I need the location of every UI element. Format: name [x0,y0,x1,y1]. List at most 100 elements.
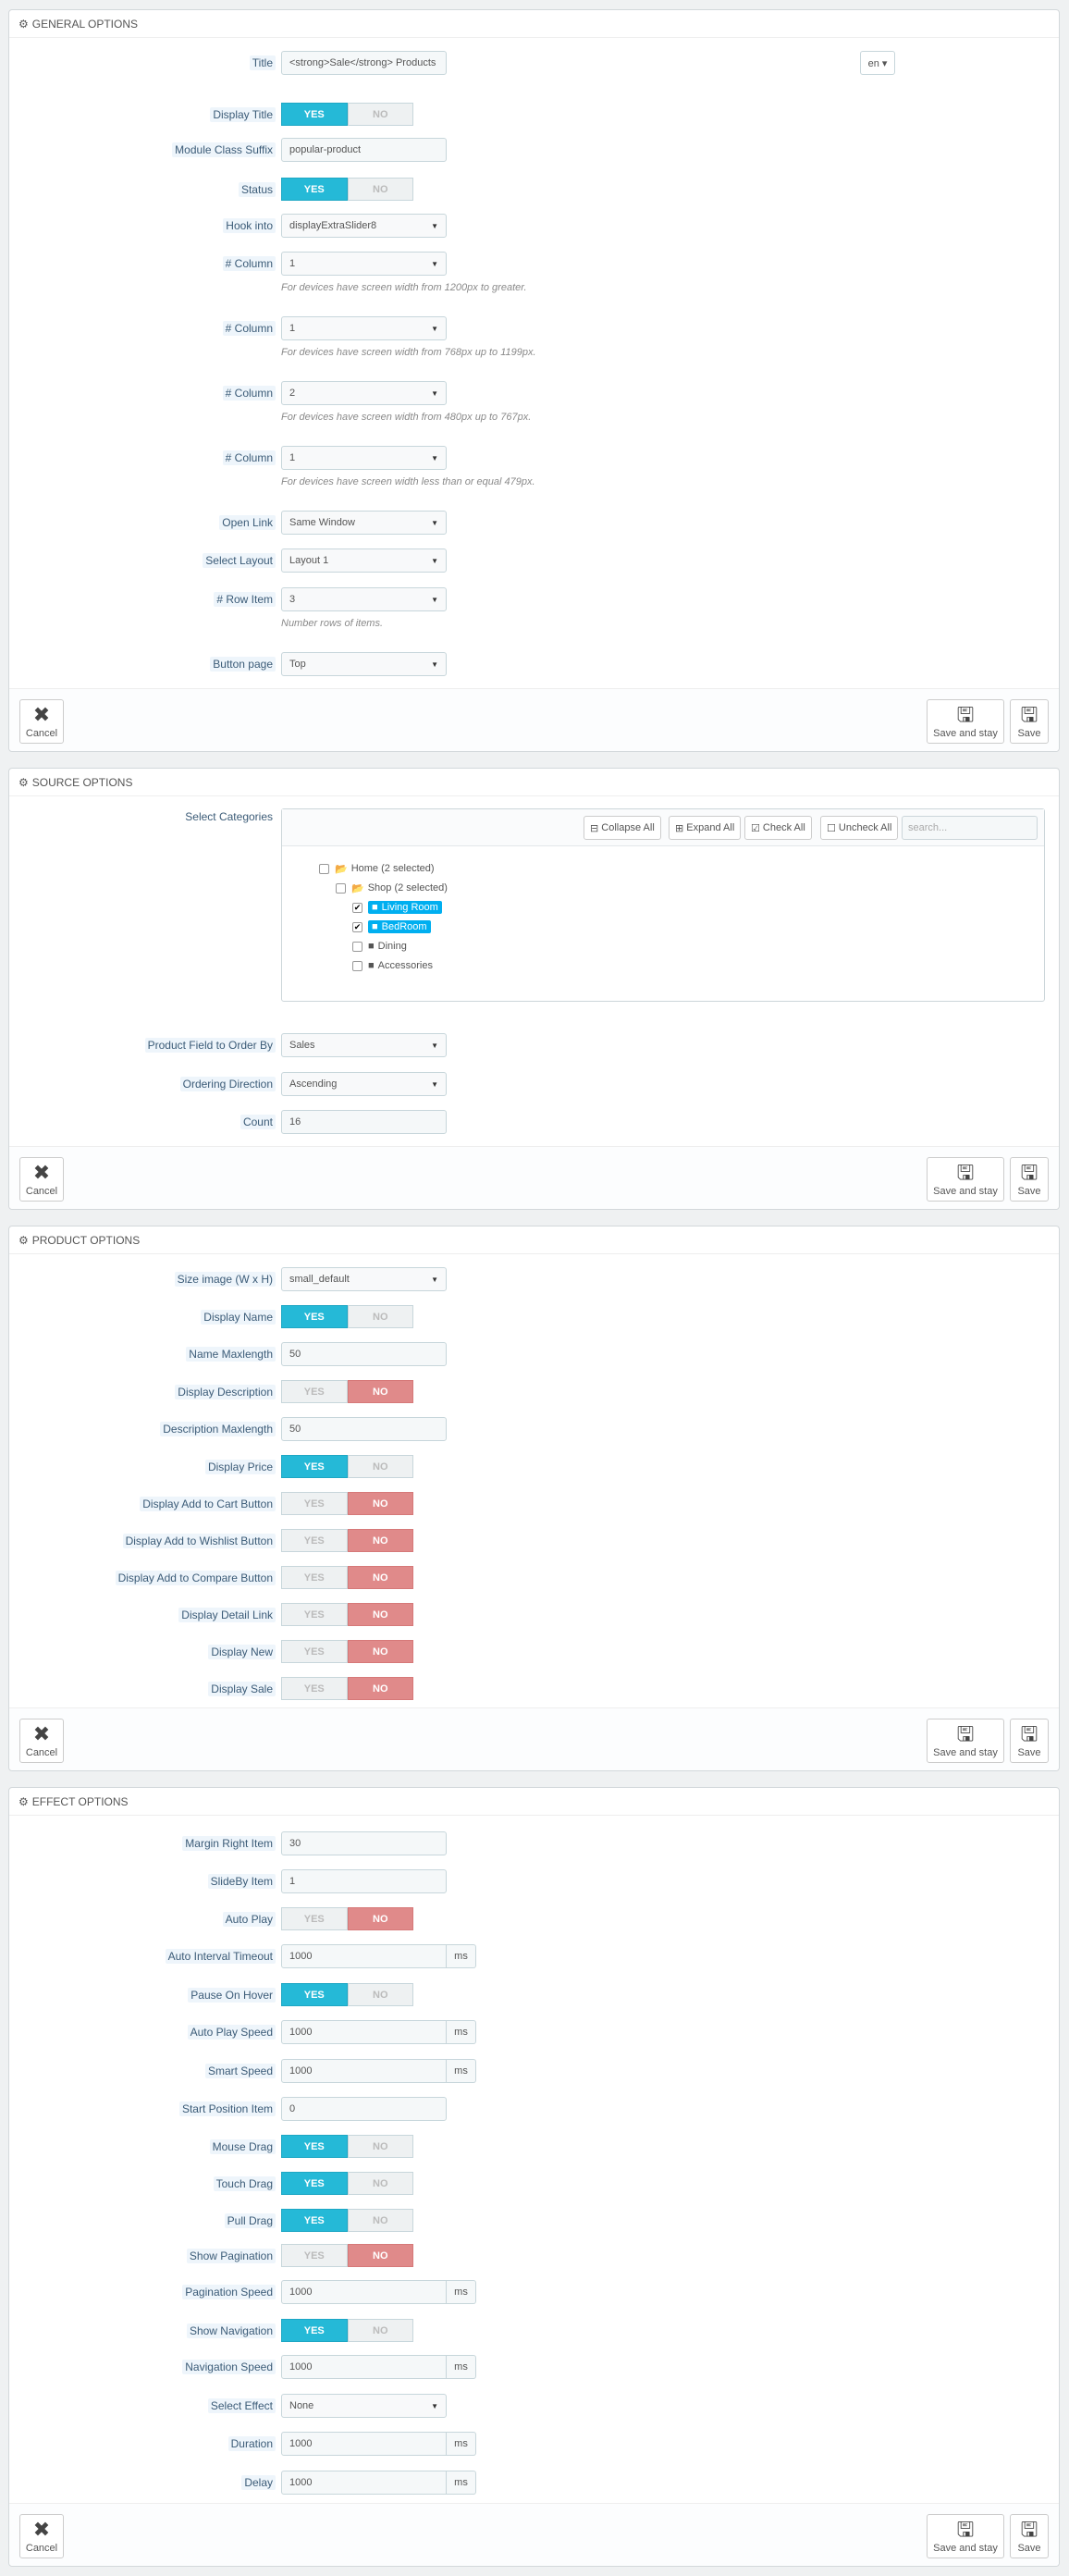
uncheck-all-button[interactable]: ☐ Uncheck All [820,816,899,840]
save-button[interactable]: 🖫 Save [1010,1157,1049,1202]
pagination-speed-input[interactable]: 1000 [281,2280,447,2304]
auto-play-toggle[interactable]: YES NO [281,1907,413,1930]
check-all-button[interactable]: ☑ Check All [744,816,812,840]
save-button[interactable]: 🖫 Save [1010,2514,1049,2558]
cancel-button[interactable]: ✖ Cancel [19,2514,64,2558]
column-480-select[interactable]: 2 ▼ [281,381,447,405]
save-and-stay-button[interactable]: 🖫 Save and stay [927,1719,1004,1763]
title-label: Title [249,51,276,75]
show-navigation-toggle[interactable]: YES NO [281,2319,413,2342]
display-description-toggle[interactable]: YES NO [281,1380,413,1403]
slideby-label: SlideBy Item [207,1869,276,1893]
help-text: For devices have screen width from 768px… [281,347,536,358]
tree-node-accessories[interactable]: ■ Accessories [352,957,433,974]
save-button[interactable]: 🖫 Save [1010,1719,1049,1763]
pause-on-hover-toggle[interactable]: YES NO [281,1983,413,2006]
interval-timeout-input[interactable]: 1000 [281,1944,447,1968]
floppy-disk-icon: 🖫 [956,2517,975,2541]
column-label: # Column [222,252,276,276]
tree-search-input[interactable]: search... [902,816,1038,840]
auto-play-speed-input[interactable]: 1000 [281,2020,447,2044]
column-768-select[interactable]: 1 ▼ [281,316,447,340]
display-title-toggle[interactable]: YES NO [281,103,413,126]
gears-icon: ⚙ [18,775,29,789]
effect-options-panel: ⚙ EFFECT OPTIONS Margin Right Item 30 Sl… [8,1787,1060,2567]
show-pagination-toggle[interactable]: YES NO [281,2244,413,2267]
gears-icon: ⚙ [18,1233,29,1247]
pull-drag-toggle[interactable]: YES NO [281,2209,413,2232]
checkbox[interactable] [352,960,362,971]
minus-square-icon: ⊟ [590,822,602,834]
display-new-toggle[interactable]: YES NO [281,1640,413,1663]
cancel-button[interactable]: ✖ Cancel [19,1719,64,1763]
expand-all-button[interactable]: ⊞ Expand All [669,816,742,840]
save-button[interactable]: 🖫 Save [1010,699,1049,744]
column-label: # Column [222,381,276,405]
tree-node-dining[interactable]: ■ Dining [352,938,407,955]
description-maxlength-input[interactable]: 50 [281,1417,447,1441]
navigation-speed-input[interactable]: 1000 [281,2355,447,2379]
checkbox[interactable] [319,863,329,874]
title-input[interactable]: <strong>Sale</strong> Products [281,51,447,75]
help-text: For devices have screen width from 1200p… [281,282,527,293]
caret-down-icon: ▼ [431,659,438,669]
display-name-toggle[interactable]: YES NO [281,1305,413,1328]
caret-down-icon: ▼ [431,259,438,268]
navigation-speed-label: Navigation Speed [182,2355,276,2379]
tree-node-home[interactable]: 📂 Home (2 selected) [319,860,435,877]
help-text: Number rows of items. [281,618,384,629]
detail-link-toggle[interactable]: YES NO [281,1603,413,1626]
size-image-select[interactable]: small_default ▼ [281,1267,447,1291]
save-and-stay-button[interactable]: 🖫 Save and stay [927,699,1004,744]
touch-drag-toggle[interactable]: YES NO [281,2172,413,2195]
checkbox[interactable] [352,941,362,952]
count-input[interactable]: 16 [281,1110,447,1134]
tree-node-shop[interactable]: 📂 Shop (2 selected) [336,880,448,896]
add-to-wishlist-toggle[interactable]: YES NO [281,1529,413,1552]
checkbox-checked[interactable]: ✔ [352,902,362,913]
caret-down-icon: ▼ [431,518,438,527]
checkbox-checked[interactable]: ✔ [352,921,362,932]
open-link-select[interactable]: Same Window ▼ [281,511,447,535]
caret-down-icon: ▼ [431,556,438,565]
floppy-disk-icon: 🖫 [1020,2517,1038,2541]
order-by-select[interactable]: Sales ▼ [281,1033,447,1057]
add-to-compare-toggle[interactable]: YES NO [281,1566,413,1589]
layout-select[interactable]: Layout 1 ▼ [281,548,447,573]
smart-speed-input[interactable]: 1000 [281,2059,447,2083]
save-and-stay-button[interactable]: 🖫 Save and stay [927,1157,1004,1202]
row-item-select[interactable]: 3 ▼ [281,587,447,611]
column-479-select[interactable]: 1 ▼ [281,446,447,470]
slideby-input[interactable]: 1 [281,1869,447,1893]
folder-open-icon: 📂 [335,863,348,875]
select-effect-select[interactable]: None ▼ [281,2394,447,2418]
mouse-drag-toggle[interactable]: YES NO [281,2135,413,2158]
save-and-stay-button[interactable]: 🖫 Save and stay [927,2514,1004,2558]
duration-input[interactable]: 1000 [281,2432,447,2456]
duration-label: Duration [227,2432,276,2456]
name-maxlength-input[interactable]: 50 [281,1342,447,1366]
caret-down-icon: ▼ [431,595,438,604]
tree-node-bedroom[interactable]: ✔ ■ BedRoom [352,918,431,935]
display-price-toggle[interactable]: YES NO [281,1455,413,1478]
collapse-all-button[interactable]: ⊟ Collapse All [584,816,661,840]
column-1200-select[interactable]: 1 ▼ [281,252,447,276]
checkbox[interactable] [336,882,346,894]
margin-right-input[interactable]: 30 [281,1831,447,1855]
display-sale-toggle[interactable]: YES NO [281,1677,413,1700]
direction-select[interactable]: Ascending ▼ [281,1072,447,1096]
caret-down-icon: ▼ [431,388,438,398]
class-suffix-input[interactable]: popular-product [281,138,447,162]
cancel-button[interactable]: ✖ Cancel [19,699,64,744]
add-to-compare-label: Display Add to Compare Button [115,1566,276,1590]
start-position-input[interactable]: 0 [281,2097,447,2121]
button-page-select[interactable]: Top ▼ [281,652,447,676]
tree-node-living-room[interactable]: ✔ ■ Living Room [352,899,442,916]
delay-input[interactable]: 1000 [281,2471,447,2495]
hook-select[interactable]: displayExtraSlider8 ▼ [281,214,447,238]
ms-addon: ms [447,2020,476,2044]
status-toggle[interactable]: YES NO [281,178,413,201]
add-to-cart-toggle[interactable]: YES NO [281,1492,413,1515]
language-dropdown[interactable]: en ▾ [860,51,895,75]
cancel-button[interactable]: ✖ Cancel [19,1157,64,1202]
